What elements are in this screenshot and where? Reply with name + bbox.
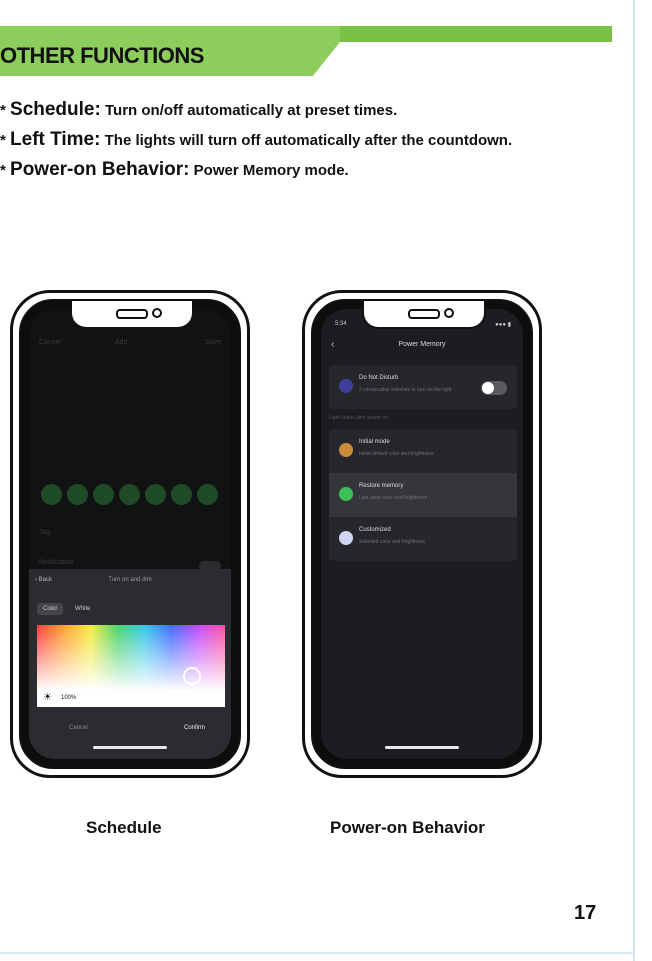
moon-icon (339, 379, 353, 393)
feature-left-time: * Left Time: The lights will turn off au… (0, 129, 513, 150)
notification-label: Notification (39, 559, 74, 566)
section-banner: OTHER FUNCTIONS (0, 26, 612, 76)
option-title: Restore memory (359, 483, 404, 489)
save-button[interactable]: Save (205, 339, 221, 346)
dnd-title: Do Not Disturb (359, 375, 399, 381)
schedule-caption: Schedule (86, 818, 162, 837)
status-icons: ●●● ▮ (495, 322, 511, 328)
option-title: Initial mode (359, 439, 390, 445)
sheet-title: Turn on and dim (108, 577, 152, 583)
page-number: 17 (574, 902, 597, 924)
section-label: Light status after power on (329, 415, 388, 421)
memory-icon (339, 487, 353, 501)
tab-color[interactable]: Color (37, 603, 64, 615)
options-card: Initial mode Initial default color and b… (329, 429, 517, 561)
day-toggle[interactable] (197, 484, 218, 505)
option-subtitle: Last used color and brightness (359, 495, 428, 501)
day-toggle[interactable] (171, 484, 192, 505)
option-subtitle: Initial default color and brightness (359, 451, 434, 457)
schedule-editor: Cancel Add Save Tag Notification (29, 309, 231, 571)
weekday-selector[interactable] (41, 484, 218, 505)
dnd-card: Do Not Disturb 2 consecutive switches to… (329, 365, 517, 409)
feature-list: * Schedule: Turn on/off automatically at… (0, 98, 620, 188)
confirm-button[interactable]: Confirm (184, 725, 205, 731)
power-on-phone: 5:34 ●●● ▮ ‹ Power Memory Do Not Disturb… (302, 290, 542, 778)
phone-bezel: Cancel Add Save Tag Notification ‹ Back (19, 299, 241, 769)
day-toggle[interactable] (93, 484, 114, 505)
day-toggle[interactable] (119, 484, 140, 505)
option-subtitle: Selected color and brightness (359, 539, 425, 545)
feature-key: Power-on Behavior: (10, 159, 190, 180)
option-customized[interactable]: Customized Selected color and brightness (329, 517, 517, 561)
dnd-row: Do Not Disturb 2 consecutive switches to… (329, 365, 517, 409)
color-sheet: ‹ Back Turn on and dim Color White ☀ 100… (29, 569, 231, 759)
feature-text: Power Memory mode. (193, 162, 349, 179)
brightness-value: 100% (61, 695, 77, 701)
add-title: Add (115, 339, 128, 346)
camera-lens (152, 308, 162, 318)
status-time: 5:34 (335, 321, 347, 327)
page-bottom-border (0, 952, 634, 954)
day-toggle[interactable] (41, 484, 62, 505)
notch (70, 301, 194, 329)
home-indicator (93, 746, 167, 749)
color-picker-handle[interactable] (183, 667, 201, 685)
feature-power-on: * Power-on Behavior: Power Memory mode. (0, 159, 349, 180)
cancel-button[interactable]: Cancel (69, 725, 88, 731)
schedule-screen: Cancel Add Save Tag Notification ‹ Back (29, 309, 231, 759)
dnd-toggle[interactable] (481, 381, 507, 395)
cancel-button[interactable]: Cancel (39, 339, 61, 346)
screen-title: Power Memory (398, 341, 446, 348)
brightness-slider[interactable]: ☀ 100% (37, 691, 225, 707)
feature-text: The lights will turn off automatically a… (104, 132, 513, 149)
feature-schedule: * Schedule: Turn on/off automatically at… (0, 99, 398, 120)
option-restore-memory[interactable]: Restore memory Last used color and brigh… (329, 473, 517, 517)
sun-icon: ☀ (43, 692, 52, 703)
sheet-footer: Cancel Confirm (29, 719, 231, 739)
toggle-knob (482, 382, 494, 394)
home-indicator (385, 746, 459, 749)
page-right-border (633, 0, 635, 961)
dnd-subtitle: 2 consecutive switches to turn on the li… (359, 387, 452, 393)
color-palette[interactable] (37, 625, 225, 691)
tag-label: Tag (39, 529, 51, 536)
option-initial-mode[interactable]: Initial mode Initial default color and b… (329, 429, 517, 473)
tab-white[interactable]: White (69, 603, 96, 615)
custom-color-icon (339, 531, 353, 545)
bulb-icon (339, 443, 353, 457)
day-toggle[interactable] (145, 484, 166, 505)
feature-key: Schedule: (10, 99, 101, 120)
speaker-grille (408, 309, 440, 319)
power-memory-screen: 5:34 ●●● ▮ ‹ Power Memory Do Not Disturb… (321, 309, 523, 759)
phone-bezel: 5:34 ●●● ▮ ‹ Power Memory Do Not Disturb… (311, 299, 533, 769)
camera-lens (444, 308, 454, 318)
schedule-phone: Cancel Add Save Tag Notification ‹ Back (10, 290, 250, 778)
day-toggle[interactable] (67, 484, 88, 505)
notch (362, 301, 486, 329)
feature-key: Left Time: (10, 129, 101, 150)
option-title: Customized (359, 527, 391, 533)
speaker-grille (116, 309, 148, 319)
section-title: OTHER FUNCTIONS (0, 43, 204, 68)
feature-text: Turn on/off automatically at preset time… (105, 102, 398, 119)
power-on-caption: Power-on Behavior (330, 818, 485, 837)
